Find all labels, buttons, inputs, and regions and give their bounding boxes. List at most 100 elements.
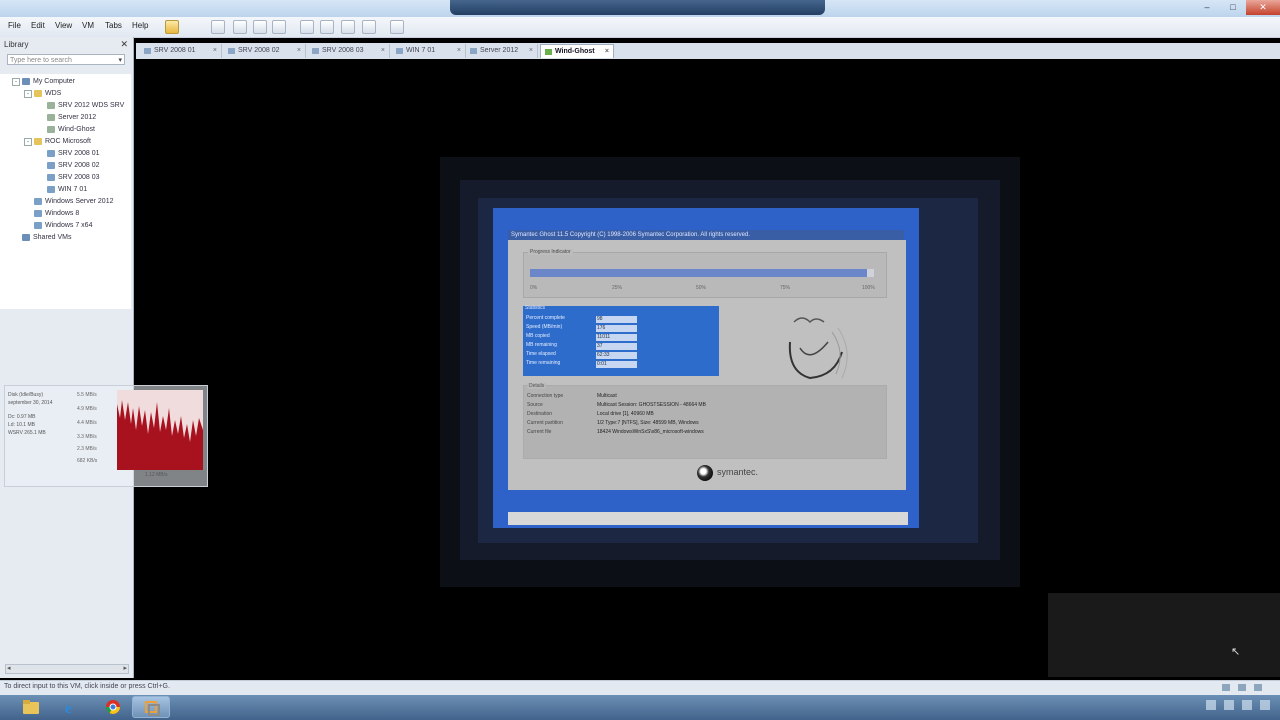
chevron-down-icon[interactable]: ▾ <box>118 55 122 66</box>
tree-item-label: WDS <box>45 90 62 97</box>
tree-item-vm[interactable]: SRV 2008 03 <box>47 172 100 183</box>
stat-value: 37 <box>596 343 637 350</box>
menu-file[interactable]: File <box>8 21 21 30</box>
progress-tick: 100% <box>862 285 875 291</box>
tree-item-vm[interactable]: Windows 7 x64 <box>34 220 92 231</box>
file-explorer-button[interactable] <box>12 696 50 718</box>
refresh-icon[interactable] <box>272 20 286 34</box>
minimize-button[interactable]: – <box>1194 0 1220 15</box>
stat-label: MB remaining <box>526 342 557 348</box>
tree-item-vm[interactable]: Windows 8 <box>34 208 79 219</box>
revert-snapshot-icon[interactable] <box>233 20 247 34</box>
hard-disk-icon[interactable] <box>1238 684 1246 691</box>
network-adapter-icon[interactable] <box>1222 684 1230 691</box>
show-library-icon[interactable] <box>300 20 314 34</box>
stat-row: MB copied 11011 <box>526 333 637 342</box>
tree-item-vm[interactable]: SRV 2012 WDS SRV <box>47 100 124 111</box>
detail-row: Current partition 1/2 Type:7 [NTFS], Size… <box>527 420 699 429</box>
detail-label: Current file <box>527 429 552 435</box>
tray-flag-icon[interactable] <box>1206 700 1216 710</box>
menu-view[interactable]: View <box>55 21 72 30</box>
close-tab-icon[interactable]: × <box>381 44 385 58</box>
tree-item-roc-microsoft[interactable]: ROC Microsoft <box>34 136 91 147</box>
symantec-logo: symantec. <box>697 465 787 481</box>
library-horizontal-scrollbar[interactable]: ◂ ▸ <box>5 664 129 674</box>
snapshot-icon[interactable] <box>211 20 225 34</box>
menu-vm[interactable]: VM <box>82 21 94 30</box>
perf-scale: 682 KB/s <box>77 458 98 464</box>
menu-tabs[interactable]: Tabs <box>105 21 122 30</box>
tray-network-icon[interactable] <box>1224 700 1234 710</box>
perf-text: september 30, 2014 <box>8 400 53 406</box>
collapse-icon[interactable]: - <box>24 138 32 146</box>
progress-fill <box>530 269 868 277</box>
usb-device-icon[interactable] <box>1254 684 1262 691</box>
library-tree: - My Computer - WDS SRV 2012 WDS SRV Ser… <box>0 74 131 309</box>
collapse-icon[interactable]: - <box>24 90 32 98</box>
window-controls: – □ ✕ <box>1194 0 1280 15</box>
tab-srv-2008-02[interactable]: SRV 2008 02 × <box>224 44 306 58</box>
unity-icon[interactable] <box>362 20 376 34</box>
tree-item-vm[interactable]: Server 2012 <box>47 112 96 123</box>
close-tab-icon[interactable]: × <box>529 44 533 58</box>
perf-scale: 4.9 MB/s <box>77 406 97 412</box>
vmware-button[interactable] <box>132 696 170 718</box>
scroll-left-icon[interactable]: ◂ <box>7 664 11 672</box>
tree-item-shared-vms[interactable]: Shared VMs <box>22 232 72 243</box>
tree-item-vm[interactable]: WIN 7 01 <box>47 184 87 195</box>
stat-label: Time elapsed <box>526 351 556 357</box>
vm-icon <box>47 101 55 109</box>
folder-icon <box>34 137 42 145</box>
shared-vm-icon <box>22 233 30 241</box>
detail-value: 1/2 Type:7 [NTFS], Size: 48599 MB, Windo… <box>597 420 699 426</box>
close-button[interactable]: ✕ <box>1246 0 1280 15</box>
close-tab-icon[interactable]: × <box>605 45 609 59</box>
tab-server-2012[interactable]: Server 2012 × <box>466 44 538 58</box>
maximize-button[interactable]: □ <box>1220 0 1246 15</box>
stat-label: Speed (MB/min) <box>526 324 563 330</box>
scroll-right-icon[interactable]: ▸ <box>123 664 127 672</box>
stat-value: 98 <box>596 316 637 323</box>
vm-icon <box>47 161 55 169</box>
perf-scale: 5.5 MB/s <box>77 392 97 398</box>
tree-item-label: WIN 7 01 <box>58 186 88 193</box>
full-screen-icon[interactable] <box>341 20 355 34</box>
perf-text: Disk (Idle/Busy) <box>8 392 44 398</box>
close-library-icon[interactable]: ✕ <box>120 39 128 50</box>
status-bar: To direct input to this VM, click inside… <box>0 680 1280 695</box>
close-tab-icon[interactable]: × <box>213 44 217 58</box>
detail-label: Connection type <box>527 393 564 399</box>
progress-tick: 25% <box>612 285 623 291</box>
collapse-icon[interactable]: - <box>12 78 20 86</box>
tray-volume-icon[interactable] <box>1242 700 1252 710</box>
tab-label: SRV 2008 01 <box>154 47 196 54</box>
close-tab-icon[interactable]: × <box>297 44 301 58</box>
menu-edit[interactable]: Edit <box>31 21 45 30</box>
tab-win-7-01[interactable]: WIN 7 01 × <box>392 44 466 58</box>
detail-label: Destination <box>527 411 553 417</box>
power-on-icon[interactable] <box>165 20 179 34</box>
tree-item-vm[interactable]: SRV 2008 01 <box>47 148 100 159</box>
progress-tick: 75% <box>780 285 791 291</box>
chrome-button[interactable] <box>94 696 132 718</box>
tab-srv-2008-01[interactable]: SRV 2008 01 × <box>140 44 222 58</box>
library-title: Library <box>4 40 29 49</box>
show-desktop-icon[interactable] <box>1260 700 1270 710</box>
tree-item-vm[interactable]: Windows Server 2012 <box>34 196 113 207</box>
snapshot-manager-icon[interactable] <box>253 20 267 34</box>
perf-scale: 3.3 MB/s <box>77 434 97 440</box>
library-search-input[interactable]: Type here to search ▾ <box>7 54 125 65</box>
tab-srv-2008-03[interactable]: SRV 2008 03 × <box>308 44 390 58</box>
close-tab-icon[interactable]: × <box>457 44 461 58</box>
console-view-icon[interactable] <box>390 20 404 34</box>
tree-item-wds[interactable]: WDS <box>34 88 61 99</box>
stat-row: Time remaining 0:01 <box>526 360 637 369</box>
perf-text: Ld: 10.1 MB <box>8 422 35 428</box>
tab-wind-ghost[interactable]: Wind-Ghost × <box>540 44 614 58</box>
thumbnail-bar-icon[interactable] <box>320 20 334 34</box>
internet-explorer-button[interactable]: e <box>52 696 90 718</box>
menu-help[interactable]: Help <box>132 21 148 30</box>
tree-item-vm[interactable]: SRV 2008 02 <box>47 160 100 171</box>
tree-item-my-computer[interactable]: My Computer <box>22 76 75 87</box>
tree-item-vm[interactable]: Wind-Ghost <box>47 124 95 135</box>
